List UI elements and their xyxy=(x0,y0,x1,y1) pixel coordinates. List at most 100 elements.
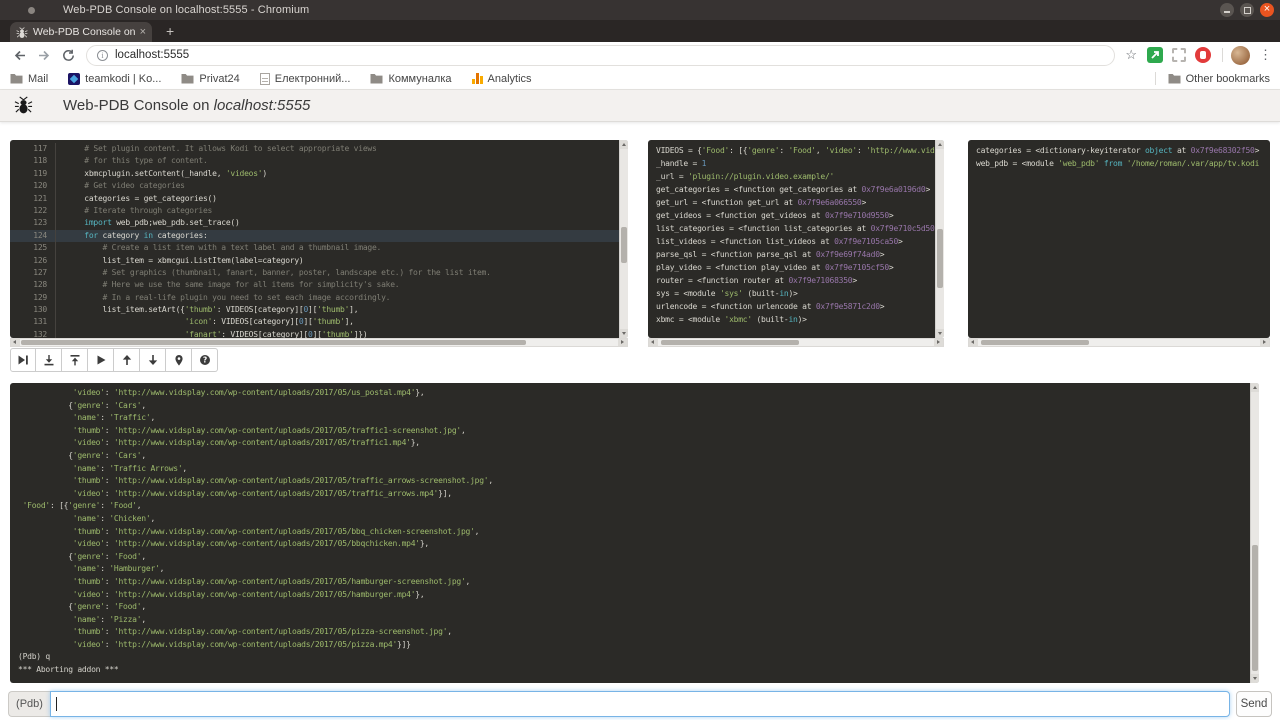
code-row: 130 list_item.setArt({'thumb': VIDEOS[ca… xyxy=(10,304,619,316)
code-horizontal-scrollbar[interactable] xyxy=(10,338,628,347)
window-title: Web-PDB Console on localhost:5555 - Chro… xyxy=(63,4,309,16)
scroll-up-arrow[interactable] xyxy=(936,140,944,149)
extension-icon-green[interactable] xyxy=(1147,47,1163,63)
back-button[interactable] xyxy=(8,44,32,66)
code-row: 122 # Iterate through categories xyxy=(10,205,619,217)
bookmark-item[interactable]: Privat24 xyxy=(181,73,239,85)
scroll-right-arrow[interactable] xyxy=(1260,339,1269,346)
scroll-left-arrow[interactable] xyxy=(649,339,658,346)
tab-strip: Web-PDB Console on loca × + xyxy=(0,20,1280,42)
pdb-command-input[interactable] xyxy=(50,691,1230,717)
bug-icon xyxy=(14,96,33,115)
maximize-button[interactable] xyxy=(1240,3,1254,17)
help-button[interactable]: ? xyxy=(192,348,218,372)
reload-button[interactable] xyxy=(56,44,80,66)
scroll-thumb[interactable] xyxy=(937,229,943,288)
globals-lines: VIDEOS = {'Food': [{'genre': 'Food', 'vi… xyxy=(648,144,935,338)
scroll-thumb[interactable] xyxy=(981,340,1089,345)
current-file-panel: Current file: main.py(124) 117 # Set plu… xyxy=(10,140,628,338)
kodi-icon xyxy=(68,73,80,85)
bookmark-label: Mail xyxy=(28,73,48,85)
browser-tab[interactable]: Web-PDB Console on loca × xyxy=(10,22,152,42)
scroll-right-arrow[interactable] xyxy=(934,339,943,346)
other-bookmarks[interactable]: Other bookmarks xyxy=(1168,73,1270,85)
next-button[interactable] xyxy=(10,348,36,372)
step-into-button[interactable] xyxy=(36,348,62,372)
globals-panel: Globals VIDEOS = {'Food': [{'genre': 'Fo… xyxy=(648,140,944,338)
toolbar-separator xyxy=(1222,48,1223,62)
page-info-icon[interactable]: i xyxy=(97,50,108,61)
page-title-prefix: Web-PDB Console on xyxy=(63,97,214,114)
close-window-button[interactable] xyxy=(1260,3,1274,17)
folder-icon xyxy=(1168,73,1181,84)
command-row: (Pdb) Send xyxy=(8,691,1272,717)
bookmark-item[interactable]: Електронний... xyxy=(260,73,351,85)
browser-menu-icon[interactable]: ⋮ xyxy=(1259,47,1272,63)
code-row: 131 'icon': VIDEOS[category][0]['thumb']… xyxy=(10,316,619,328)
scroll-down-arrow[interactable] xyxy=(1251,674,1259,683)
scroll-thumb[interactable] xyxy=(21,340,526,345)
folder-icon xyxy=(10,73,23,84)
forward-button[interactable] xyxy=(32,44,56,66)
scroll-left-arrow[interactable] xyxy=(11,339,20,346)
screen: Web-PDB Console on localhost:5555 - Chro… xyxy=(0,0,1280,720)
scroll-thumb[interactable] xyxy=(661,340,799,345)
window-controls xyxy=(1220,3,1274,17)
window-titlebar: Web-PDB Console on localhost:5555 - Chro… xyxy=(0,0,1280,20)
down-button[interactable] xyxy=(140,348,166,372)
scroll-up-arrow[interactable] xyxy=(620,140,628,149)
bookmark-star-icon[interactable]: ☆ xyxy=(1125,47,1137,63)
extension-icon-capture[interactable] xyxy=(1172,48,1186,62)
debug-toolbar: ? xyxy=(10,348,218,372)
profile-avatar[interactable] xyxy=(1231,46,1250,65)
globals-horizontal-scrollbar[interactable] xyxy=(648,338,944,347)
up-button[interactable] xyxy=(114,348,140,372)
other-bookmarks-area: Other bookmarks xyxy=(1155,72,1270,85)
minimize-button[interactable] xyxy=(1220,3,1234,17)
address-bar[interactable]: i localhost:5555 xyxy=(86,45,1115,66)
code-row: 128 # Here we use the same image for all… xyxy=(10,279,619,291)
code-row: 123 import web_pdb;web_pdb.set_trace() xyxy=(10,217,619,229)
code-row: 129 # In a real-life plugin you need to … xyxy=(10,292,619,304)
code-row: 125 # Create a list item with a text lab… xyxy=(10,242,619,254)
scroll-thumb[interactable] xyxy=(621,227,627,263)
globals-vertical-scrollbar[interactable] xyxy=(935,140,944,338)
code-row: 126 list_item = xbmcgui.ListItem(label=c… xyxy=(10,255,619,267)
code-row: 118 # for this type of content. xyxy=(10,155,619,167)
locals-horizontal-scrollbar[interactable] xyxy=(968,338,1270,347)
bookmark-label: teamkodi | Ko... xyxy=(85,73,161,85)
scroll-left-arrow[interactable] xyxy=(969,339,978,346)
extension-icon-blocker[interactable] xyxy=(1195,47,1211,63)
code-row: 121 categories = get_categories() xyxy=(10,193,619,205)
scroll-right-arrow[interactable] xyxy=(618,339,627,346)
scroll-down-arrow[interactable] xyxy=(620,329,628,338)
code-vertical-scrollbar[interactable] xyxy=(619,140,628,338)
scroll-down-arrow[interactable] xyxy=(936,329,944,338)
bookmark-item[interactable]: Коммуналка xyxy=(370,73,451,85)
locals-panel: Locals categories = <dictionary-keyitera… xyxy=(968,140,1270,338)
code-row: 124 for category in categories: xyxy=(10,230,619,242)
url-text: localhost:5555 xyxy=(115,49,189,61)
bookmark-item[interactable]: Analytics xyxy=(472,73,532,85)
code-row: 117 # Set plugin content. It allows Kodi… xyxy=(10,143,619,155)
bookmarks-separator xyxy=(1155,72,1156,85)
bookmark-items: Mail teamkodi | Ko... Privat24 Електронний.… xyxy=(10,73,532,85)
scroll-up-arrow[interactable] xyxy=(1251,383,1259,392)
other-bookmarks-label: Other bookmarks xyxy=(1186,73,1270,85)
page-header: Web-PDB Console on localhost:5555 xyxy=(0,90,1280,122)
locals-lines: categories = <dictionary-keyiterator obj… xyxy=(968,144,1261,338)
bookmark-item[interactable]: Mail xyxy=(10,73,48,85)
bookmark-item[interactable]: teamkodi | Ko... xyxy=(68,73,161,85)
console-output: 'video': 'http://www.vidsplay.com/wp-con… xyxy=(10,387,1257,683)
bookmark-label: Privat24 xyxy=(199,73,239,85)
console-vertical-scrollbar[interactable] xyxy=(1250,383,1259,683)
text-caret xyxy=(56,697,57,711)
step-out-button[interactable] xyxy=(62,348,88,372)
where-button[interactable] xyxy=(166,348,192,372)
code-row: 120 # Get video categories xyxy=(10,180,619,192)
send-button[interactable]: Send xyxy=(1236,691,1272,717)
tab-close-icon[interactable]: × xyxy=(140,26,146,38)
new-tab-button[interactable]: + xyxy=(166,23,174,39)
scroll-thumb[interactable] xyxy=(1252,545,1258,671)
continue-button[interactable] xyxy=(88,348,114,372)
